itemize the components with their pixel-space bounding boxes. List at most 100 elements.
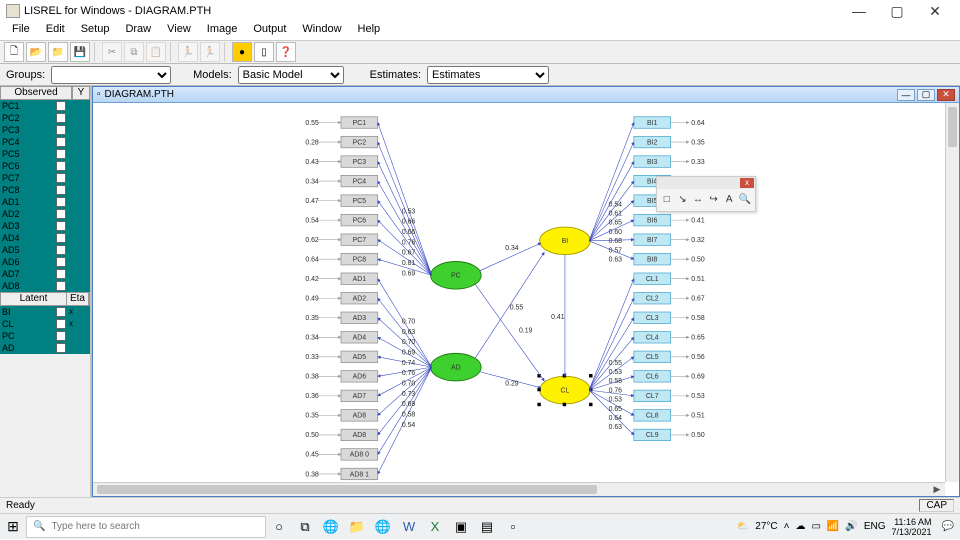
diagram-titlebar[interactable]: ▫ DIAGRAM.PTH — ▢ ✕ (93, 87, 959, 103)
svg-text:0.76: 0.76 (402, 370, 416, 377)
weather-icon[interactable]: ⛅ (737, 521, 749, 532)
taskview-icon[interactable]: ⧉ (293, 515, 317, 539)
copy-icon[interactable]: ⧉ (124, 42, 144, 62)
menu-view[interactable]: View (159, 22, 199, 40)
edge-icon[interactable]: 🌐 (319, 515, 343, 539)
models-select[interactable]: Basic Model (238, 66, 344, 84)
lisrel-taskbar-icon[interactable]: ▫ (501, 515, 525, 539)
tool-arrow-icon[interactable]: ↘ (677, 193, 689, 205)
excel-icon[interactable]: X (423, 515, 447, 539)
child-close-button[interactable]: ✕ (937, 89, 955, 101)
svg-text:0.34: 0.34 (305, 178, 319, 185)
start-button[interactable]: ⊞ (0, 514, 26, 540)
svg-text:0.73: 0.73 (402, 391, 416, 398)
svg-text:PC3: PC3 (353, 159, 367, 166)
status-text: Ready (6, 500, 35, 511)
app2-icon[interactable]: ▤ (475, 515, 499, 539)
sound-icon[interactable]: 🔊 (845, 521, 857, 532)
svg-text:BI: BI (562, 238, 569, 245)
ball-icon[interactable]: ● (232, 42, 252, 62)
eta-header[interactable]: Eta (67, 293, 89, 305)
run2-icon[interactable]: 🏃 (200, 42, 220, 62)
weather-text[interactable]: 27°C (755, 521, 777, 532)
tool-curve-icon[interactable]: ↪ (708, 193, 720, 205)
svg-text:PC6: PC6 (353, 217, 367, 224)
diagram-canvas[interactable]: PC10.55PC20.28PC30.43PC40.34PC50.47PC60.… (93, 103, 945, 482)
svg-text:0.38: 0.38 (305, 374, 319, 381)
vertical-scrollbar[interactable] (945, 103, 959, 482)
horizontal-scrollbar[interactable]: ▶ (93, 482, 945, 496)
taskbar-search[interactable]: 🔍 Type here to search (26, 516, 266, 538)
new-file-icon[interactable]: 🗋 (4, 42, 24, 62)
paste-icon[interactable]: 📋 (146, 42, 166, 62)
observed-list[interactable]: PC1 PC2 PC3 PC4 PC5 PC6 PC7 PC8 AD1 AD2 … (0, 100, 90, 292)
menu-edit[interactable]: Edit (38, 22, 73, 40)
tool-zoom-icon[interactable]: 🔍 (739, 193, 751, 205)
tool-doublearrow-icon[interactable]: ↔ (692, 193, 704, 205)
save-icon[interactable]: 💾 (70, 42, 90, 62)
taskbar-clock[interactable]: 11:16 AM 7/13/2021 (892, 517, 936, 537)
explorer-icon[interactable]: 📁 (345, 515, 369, 539)
svg-text:0.70: 0.70 (402, 339, 416, 346)
tool-text-icon[interactable]: A (723, 193, 735, 205)
open-file2-icon[interactable]: 📁 (48, 42, 68, 62)
cut-icon[interactable]: ✂ (102, 42, 122, 62)
svg-text:BI3: BI3 (647, 159, 657, 166)
svg-text:AD8: AD8 (353, 413, 367, 420)
svg-text:AD7: AD7 (353, 393, 367, 400)
svg-text:PC7: PC7 (353, 237, 367, 244)
svg-text:0.58: 0.58 (691, 315, 705, 322)
svg-text:0.64: 0.64 (691, 120, 705, 127)
y-header[interactable]: Y (72, 86, 90, 100)
maximize-button[interactable]: ▢ (878, 1, 916, 21)
menu-setup[interactable]: Setup (73, 22, 118, 40)
lang-indicator[interactable]: ENG (864, 521, 886, 532)
observed-header[interactable]: Observed (0, 86, 72, 100)
menu-draw[interactable]: Draw (117, 22, 159, 40)
notifications-icon[interactable]: 💬 (942, 521, 954, 532)
estimates-select[interactable]: Estimates (427, 66, 549, 84)
scroll-right-arrow-icon[interactable]: ▶ (931, 485, 943, 494)
menu-image[interactable]: Image (199, 22, 246, 40)
latent-list[interactable]: BIx CLx PC AD (0, 306, 90, 354)
menu-file[interactable]: File (4, 22, 38, 40)
page-icon[interactable]: ▯ (254, 42, 274, 62)
cortana-icon[interactable]: ○ (267, 515, 291, 539)
search-icon: 🔍 (33, 521, 45, 532)
groups-select[interactable] (51, 66, 171, 84)
svg-text:0.53: 0.53 (402, 208, 416, 215)
help-icon[interactable]: ❓ (276, 42, 296, 62)
browser-icon[interactable]: 🌐 (371, 515, 395, 539)
svg-text:0.69: 0.69 (691, 374, 705, 381)
drawing-toolbox[interactable]: x □ ↘ ↔ ↪ A 🔍 (656, 176, 756, 212)
svg-text:0.50: 0.50 (691, 432, 705, 439)
run-icon[interactable]: 🏃 (178, 42, 198, 62)
svg-text:AD5: AD5 (353, 354, 367, 361)
menu-output[interactable]: Output (245, 22, 294, 40)
menu-help[interactable]: Help (350, 22, 389, 40)
menu-window[interactable]: Window (294, 22, 349, 40)
battery-icon[interactable]: ▭ (811, 521, 820, 532)
svg-text:0.62: 0.62 (305, 237, 319, 244)
svg-text:0.68: 0.68 (609, 238, 623, 245)
minimize-button[interactable]: — (840, 1, 878, 21)
close-button[interactable]: ✕ (916, 1, 954, 21)
word-icon[interactable]: W (397, 515, 421, 539)
tray-chevron-icon[interactable]: ˄ (784, 521, 790, 532)
child-maximize-button[interactable]: ▢ (917, 89, 935, 101)
toolbox-close-button[interactable]: x (740, 178, 754, 188)
open-file-icon[interactable]: 📂 (26, 42, 46, 62)
svg-text:PC2: PC2 (353, 139, 367, 146)
app1-icon[interactable]: ▣ (449, 515, 473, 539)
svg-text:0.58: 0.58 (609, 378, 623, 385)
svg-text:0.54: 0.54 (402, 422, 416, 429)
svg-text:AD: AD (451, 364, 461, 371)
svg-text:0.76: 0.76 (402, 239, 416, 246)
svg-text:0.65: 0.65 (609, 406, 623, 413)
onedrive-icon[interactable]: ☁ (795, 521, 805, 532)
svg-text:CL5: CL5 (646, 354, 659, 361)
wifi-icon[interactable]: 📶 (827, 521, 839, 532)
child-minimize-button[interactable]: — (897, 89, 915, 101)
latent-header[interactable]: Latent (1, 293, 67, 305)
tool-rect-icon[interactable]: □ (661, 193, 673, 205)
